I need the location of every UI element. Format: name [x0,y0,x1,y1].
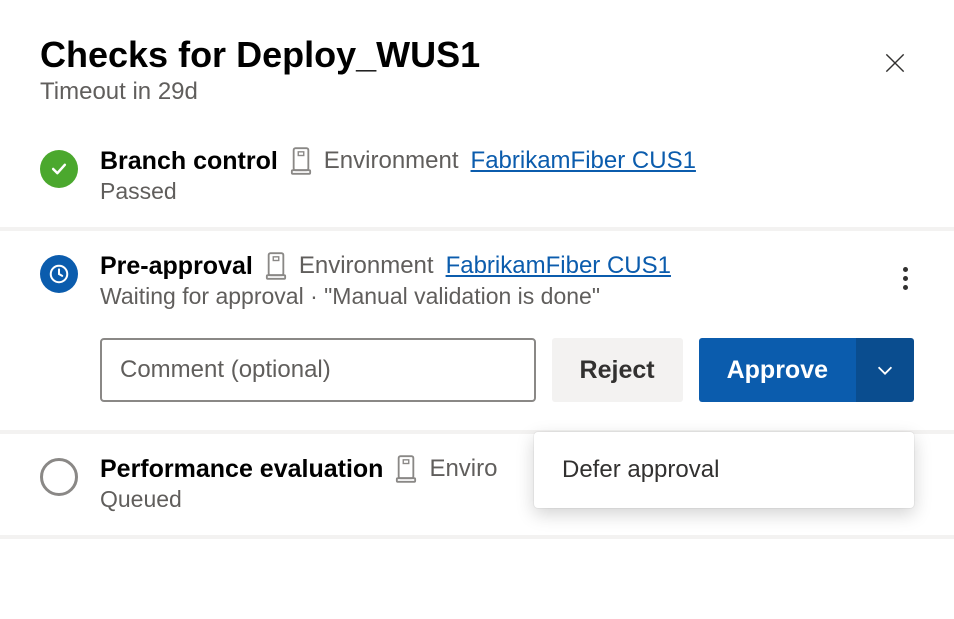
check-title: Branch control [100,147,278,176]
dots-icon [903,267,908,272]
check-status: Waiting for approval · "Manual validatio… [100,283,914,310]
chevron-down-icon [874,359,896,381]
server-icon [395,454,417,484]
check-item-pre-approval: Pre-approval Environment FabrikamFiber C… [0,231,954,434]
status-queued-icon [40,458,78,496]
panel-header: Checks for Deploy_WUS1 Timeout in 29d [0,0,954,126]
header-text: Checks for Deploy_WUS1 Timeout in 29d [40,34,480,106]
environment-link[interactable]: FabrikamFiber CUS1 [446,252,671,280]
check-body: Branch control Environment FabrikamFiber… [100,146,914,205]
approve-button[interactable]: Approve [699,338,856,402]
defer-approval-item[interactable]: Defer approval [534,440,914,500]
check-title: Pre-approval [100,252,253,281]
environment-label: Environment [324,147,459,175]
status-passed-icon [40,150,78,188]
server-icon [265,251,287,281]
overflow-menu-button[interactable] [897,261,914,296]
environment-label: Environment [299,252,434,280]
environment-link[interactable]: FabrikamFiber CUS1 [471,147,696,175]
check-title-row: Branch control Environment FabrikamFiber… [100,146,914,176]
environment-label: Enviro [429,455,497,483]
approve-dropdown-toggle[interactable] [856,338,914,402]
check-item-branch-control: Branch control Environment FabrikamFiber… [0,126,954,231]
check-body: Pre-approval Environment FabrikamFiber C… [100,251,914,402]
approve-split-button: Approve [699,338,914,402]
close-icon [882,50,908,76]
check-status: Passed [100,178,914,205]
status-waiting-icon [40,255,78,293]
server-icon [290,146,312,176]
approve-dropdown-menu: Defer approval [534,432,914,508]
check-title: Performance evaluation [100,455,383,484]
clock-icon [48,263,70,285]
panel-title: Checks for Deploy_WUS1 [40,34,480,76]
close-button[interactable] [876,44,914,82]
checkmark-icon [49,159,69,179]
check-title-row: Pre-approval Environment FabrikamFiber C… [100,251,914,281]
reject-button[interactable]: Reject [552,338,683,402]
comment-input[interactable] [100,338,536,402]
timeout-label: Timeout in 29d [40,78,480,106]
approval-action-row: Reject Approve [100,338,914,402]
